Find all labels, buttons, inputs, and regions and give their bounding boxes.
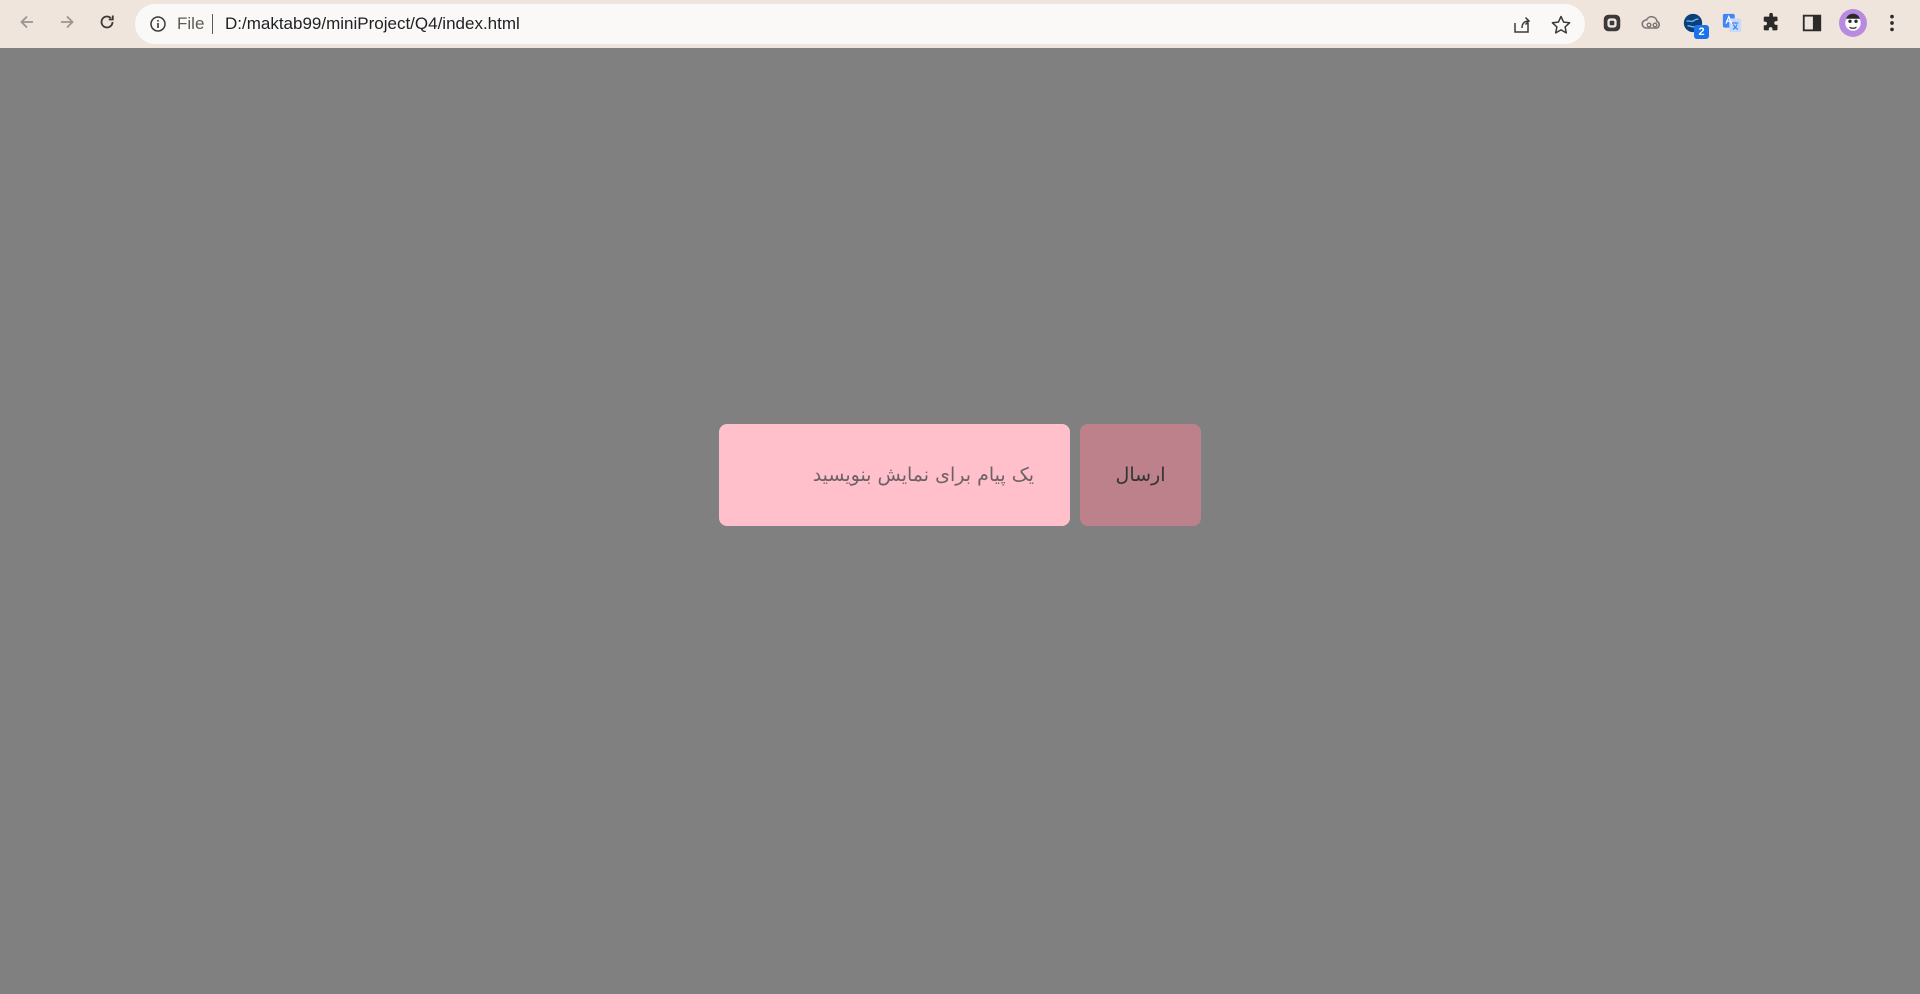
url-text[interactable]: D:/maktab99/miniProject/Q4/index.html	[225, 4, 520, 44]
back-button[interactable]	[12, 7, 42, 37]
message-input[interactable]	[719, 424, 1070, 526]
extension-cloud-icon	[1641, 15, 1660, 29]
side-panel-icon	[1802, 14, 1822, 32]
browser-toolbar: File D:/maktab99/miniProject/Q4/index.ht…	[0, 0, 1920, 48]
forward-button[interactable]	[52, 7, 82, 37]
scheme-label: File	[177, 14, 205, 33]
profile-avatar-icon	[1845, 13, 1861, 31]
arrow-right-icon	[61, 15, 74, 29]
reload-icon	[100, 15, 114, 29]
puzzle-icon	[1763, 12, 1778, 31]
omnibox-divider	[212, 14, 213, 34]
extensions-button[interactable]	[1760, 11, 1784, 35]
star-icon[interactable]	[1550, 14, 1572, 36]
side-panel-button[interactable]	[1800, 11, 1824, 35]
extension-badge: 2	[1694, 25, 1709, 39]
kebab-menu-icon	[1890, 14, 1894, 32]
extension-square-icon	[1603, 14, 1621, 32]
reload-button[interactable]	[92, 7, 122, 37]
extension-cloud-button[interactable]	[1640, 11, 1664, 35]
arrow-left-icon	[20, 15, 33, 29]
avatar[interactable]	[1839, 9, 1867, 37]
address-bar[interactable]: File D:/maktab99/miniProject/Q4/index.ht…	[135, 4, 1585, 44]
info-icon[interactable]	[149, 15, 167, 33]
extension-globe-button[interactable]: 2	[1681, 11, 1709, 39]
extension-square-button[interactable]	[1600, 11, 1624, 35]
browser-menu-button[interactable]	[1880, 11, 1904, 35]
send-button[interactable]: ارسال	[1080, 424, 1201, 526]
google-translate-icon	[1722, 13, 1742, 33]
google-translate-button[interactable]	[1720, 11, 1744, 35]
share-icon[interactable]	[1511, 14, 1533, 36]
